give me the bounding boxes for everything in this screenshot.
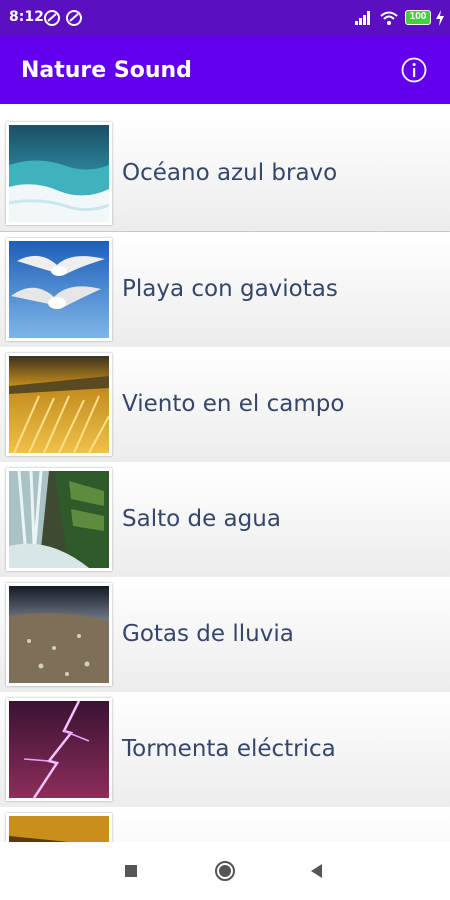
list-item-partial[interactable] — [0, 807, 450, 842]
list-item-label: Tormenta eléctrica — [122, 736, 336, 762]
status-bar: 8:12 100 — [0, 0, 450, 36]
back-icon[interactable] — [306, 860, 328, 882]
home-icon[interactable] — [214, 860, 236, 882]
waterfall-thumbnail — [6, 468, 112, 571]
list-item-ocean[interactable]: Océano azul bravo — [0, 116, 450, 232]
navigation-bar — [0, 842, 450, 900]
app-title: Nature Sound — [21, 58, 192, 83]
list-item-waterfall[interactable]: Salto de agua — [0, 462, 450, 578]
battery-icon: 100 — [405, 10, 431, 25]
battery-level: 100 — [409, 11, 427, 22]
list-item-label: Playa con gaviotas — [122, 276, 338, 302]
partial-thumbnail — [6, 813, 112, 842]
seagulls-thumbnail — [6, 238, 112, 341]
list-item-beach[interactable]: Playa con gaviotas — [0, 232, 450, 348]
info-icon[interactable] — [401, 57, 427, 83]
list-item-label: Salto de agua — [122, 506, 281, 532]
app-bar: Nature Sound — [0, 36, 450, 104]
charging-icon — [436, 10, 444, 26]
recents-icon[interactable] — [120, 860, 142, 882]
status-time: 8:12 — [9, 9, 44, 25]
lightning-storm-thumbnail — [6, 698, 112, 801]
list-item-label: Viento en el campo — [122, 391, 345, 417]
notification-icon — [44, 10, 60, 26]
wheat-field-thumbnail — [6, 353, 112, 456]
list-item-label: Gotas de lluvia — [122, 621, 294, 647]
ocean-wave-thumbnail — [6, 122, 112, 225]
notification-icon-2 — [66, 10, 82, 26]
wifi-icon — [380, 11, 398, 25]
signal-icon — [355, 11, 370, 25]
list-item-wind[interactable]: Viento en el campo — [0, 347, 450, 463]
list-item-storm[interactable]: Tormenta eléctrica — [0, 692, 450, 808]
list-item-label: Océano azul bravo — [122, 160, 338, 186]
sound-list[interactable]: Océano azul bravo Playa con gaviotas Vie… — [0, 104, 450, 842]
rain-drops-thumbnail — [6, 583, 112, 686]
list-item-rain[interactable]: Gotas de lluvia — [0, 577, 450, 693]
